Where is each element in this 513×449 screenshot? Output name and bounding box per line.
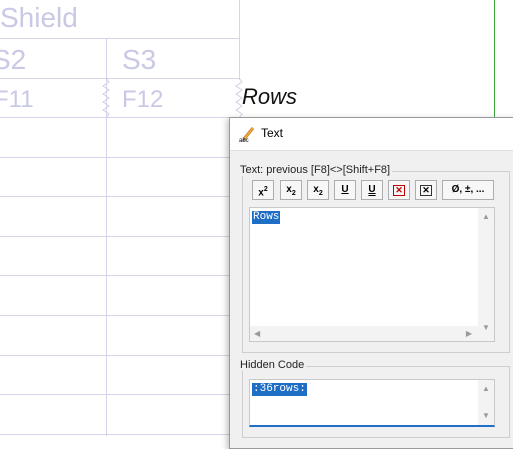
underline-button[interactable]: U — [334, 180, 356, 200]
symbols-button[interactable]: Ø, ±, ... — [442, 180, 494, 200]
svg-text:abc: abc — [239, 138, 249, 143]
grid-line — [0, 236, 240, 237]
text-input-value: Rows — [252, 211, 281, 224]
scroll-up-icon[interactable]: ▲ — [482, 384, 490, 394]
pencil-text-icon: abc — [239, 127, 255, 143]
text-horizontal-scrollbar[interactable]: ◀ ▶ — [250, 326, 480, 341]
strike-box-button[interactable]: ✕ — [415, 180, 437, 200]
grid-line — [0, 394, 240, 395]
rows-label[interactable]: Rows — [242, 84, 297, 110]
hidden-code-label: Hidden Code — [238, 359, 307, 371]
strike-box-red-button[interactable]: ✕ — [388, 180, 410, 200]
selection-guide-line — [494, 0, 495, 120]
hidden-code-value: :36rows: — [252, 383, 307, 396]
scroll-up-icon[interactable]: ▲ — [482, 212, 490, 222]
cell-s2-text: S2 — [0, 44, 27, 75]
grid-line — [0, 275, 240, 276]
scroll-down-icon[interactable]: ▼ — [482, 323, 490, 333]
super-subscript-button[interactable]: x2 — [307, 180, 329, 200]
scroll-down-icon[interactable]: ▼ — [482, 411, 490, 421]
grid-line — [0, 196, 240, 197]
text-dialog[interactable]: abc Text Text: previous [F8]<>[Shift+F8]… — [229, 117, 513, 449]
double-underline-button[interactable]: U — [361, 180, 383, 200]
dialog-titlebar[interactable]: abc Text — [230, 118, 513, 151]
zigzag-break-icon — [102, 78, 110, 118]
grid-line — [0, 157, 240, 158]
scroll-right-icon[interactable]: ▶ — [466, 329, 472, 339]
hidden-code-scrollbar[interactable]: ▲ ▼ — [478, 380, 494, 425]
dialog-title: Text — [261, 126, 284, 140]
grid-line — [0, 434, 240, 435]
hidden-code-input[interactable]: :36rows: ▲ ▼ — [249, 379, 495, 427]
text-group-label: Text: previous [F8]<>[Shift+F8] — [238, 164, 393, 176]
scroll-left-icon[interactable]: ◀ — [254, 329, 260, 339]
cell-f11-text: F11 — [0, 86, 34, 113]
grid-line — [0, 38, 240, 39]
superscript-button[interactable]: x2 — [252, 180, 274, 200]
x-box-icon: ✕ — [393, 185, 405, 196]
grid-line — [0, 117, 240, 118]
grid-line — [0, 315, 240, 316]
text-vertical-scrollbar[interactable]: ▲ ▼ — [478, 208, 494, 341]
text-input[interactable]: Rows ▲ ▼ ◀ ▶ — [249, 207, 495, 342]
grid-line — [0, 355, 240, 356]
grid-line — [0, 78, 240, 79]
x-box-icon: ✕ — [420, 185, 432, 196]
subscript-button[interactable]: x2 — [280, 180, 302, 200]
grid-line — [239, 0, 240, 80]
cell-s3-text: S3 — [122, 44, 157, 75]
cell-shield-text: Shield — [0, 2, 78, 33]
cell-f12-text: F12 — [122, 86, 164, 113]
